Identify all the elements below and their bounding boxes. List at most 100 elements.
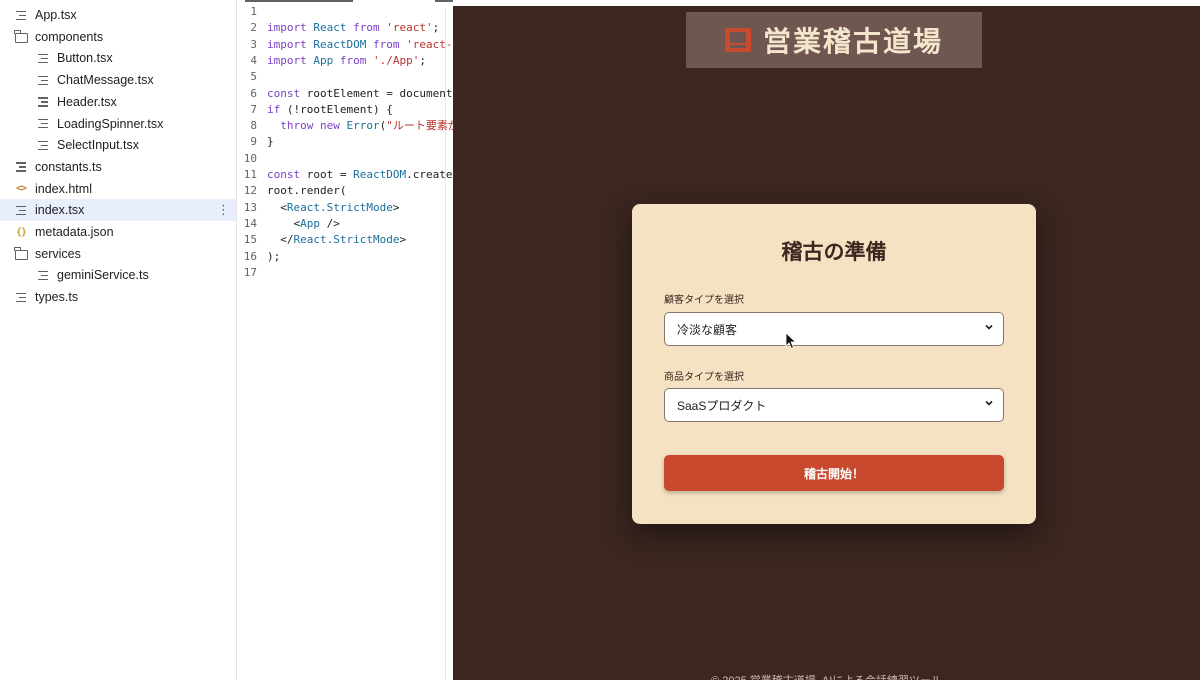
code-line: 1: [237, 4, 267, 20]
file-tree-item-label: services: [35, 246, 81, 261]
line-number: 2: [250, 21, 257, 35]
line-number: 8: [250, 119, 257, 133]
file-tree-item[interactable]: components: [0, 26, 236, 48]
file-tree-item[interactable]: types.ts: [0, 286, 236, 308]
file-tree-item[interactable]: App.tsx: [0, 4, 236, 26]
code-text: root.render(: [267, 184, 347, 198]
line-number: 16: [243, 249, 257, 263]
line-number: 4: [250, 53, 257, 67]
code-text: const rootElement = document.: [267, 86, 453, 100]
folder-icon: [14, 247, 28, 261]
code-text: }: [267, 135, 274, 149]
file-tree-item-label: geminiService.ts: [57, 268, 149, 283]
chevron-down-icon: [985, 324, 993, 330]
line-number: 6: [250, 86, 257, 100]
code-line: 17: [237, 265, 267, 281]
file-tree-item-label: types.ts: [35, 290, 79, 305]
product-type-select[interactable]: SaaSプロダクト: [664, 388, 1004, 422]
file-tree-item[interactable]: Header.tsx: [0, 91, 236, 113]
practice-setup-card: 稽古の準備 顧客タイプを選択 冷淡な顧客 商品タイプを選択 SaaSプロダクト …: [632, 204, 1036, 524]
file-tree-item[interactable]: LoadingSpinner.tsx: [0, 113, 236, 135]
more-options-icon[interactable]: ⋮: [217, 202, 230, 218]
app-header: 営業稽古道場: [686, 12, 982, 68]
file-lines-icon: [36, 268, 50, 282]
file-tree-item-label: constants.ts: [35, 159, 102, 174]
code-text: </React.StrictMode>: [267, 233, 407, 247]
line-number: 12: [243, 184, 257, 198]
customer-type-value: 冷淡な顧客: [677, 322, 738, 337]
code-line: 8 throw new Error("ルート要素が: [237, 118, 453, 134]
line-number: 15: [243, 233, 257, 247]
tab-indicator: [435, 0, 453, 2]
line-number: 5: [250, 70, 257, 84]
code-text: <React.StrictMode>: [267, 200, 400, 214]
file-tree-item[interactable]: <> index.html: [0, 178, 236, 200]
product-type-label: 商品タイプを選択: [664, 372, 744, 383]
product-type-value: SaaSプロダクト: [677, 398, 767, 413]
customer-type-label: 顧客タイプを選択: [664, 295, 744, 306]
file-tree-item-label: App.tsx: [35, 8, 77, 22]
code-line: 9}: [237, 134, 274, 150]
code-line: 11 const root = ReactDOM.createR: [237, 167, 453, 183]
line-number: 9: [250, 135, 257, 149]
file-tree-item-label: LoadingSpinner.tsx: [57, 116, 164, 131]
file-lines-icon: [14, 203, 28, 217]
folder-icon: [14, 30, 28, 44]
mouse-cursor-icon: [785, 332, 797, 350]
file-tree-item[interactable]: services: [0, 243, 236, 265]
code-line: 7 if (!rootElement) {: [237, 102, 393, 118]
file-lines-icon: [14, 8, 28, 22]
code-line: 14 <App />: [237, 216, 340, 232]
json-icon: {}: [15, 226, 27, 238]
editor-divider: [445, 8, 446, 680]
code-line: 6 const rootElement = document.: [237, 86, 453, 102]
start-practice-button[interactable]: 稽古開始！: [664, 455, 1004, 491]
file-tree-item-label: Button.tsx: [57, 51, 113, 66]
code-text: throw new Error("ルート要素が: [280, 119, 453, 133]
app-preview: 営業稽古道場 稽古の準備 顧客タイプを選択 冷淡な顧客 商品タイプを選択 Saa…: [453, 6, 1200, 680]
footer-copyright: © 2025 営業稽古道場. AIによる会話練習ツール: [453, 672, 1200, 680]
file-explorer: App.tsx components Button.tsx ChatMessage.t…: [0, 0, 237, 680]
file-tree-item[interactable]: index.tsx ⋮: [0, 199, 236, 222]
file-tree-item-label: Header.tsx: [57, 94, 117, 109]
code-line: 13 <React.StrictMode>: [237, 200, 400, 216]
line-number: 11: [243, 168, 257, 181]
customer-type-select[interactable]: 冷淡な顧客: [664, 312, 1004, 346]
file-tree-item[interactable]: ChatMessage.tsx: [0, 69, 236, 91]
code-text: import React from 'react';: [267, 21, 440, 35]
active-tab-indicator: [245, 0, 353, 2]
file-tree-item-label: index.tsx: [35, 203, 85, 218]
code-line: 12 root.render(: [237, 183, 347, 199]
file-lines-icon: [36, 95, 50, 109]
line-number: 13: [243, 200, 257, 214]
code-line: 10: [237, 151, 267, 167]
file-tree-item[interactable]: {} metadata.json: [0, 221, 236, 243]
file-tree-item[interactable]: Button.tsx: [0, 47, 236, 69]
file-tree-item[interactable]: geminiService.ts: [0, 264, 236, 286]
file-tree-item-label: metadata.json: [35, 225, 114, 239]
file-lines-icon: [14, 160, 28, 174]
code-line: 16);: [237, 249, 281, 265]
code-editor[interactable]: 1 2 import React from 'react'; 3 import Reac…: [237, 0, 453, 680]
code-text: );: [267, 249, 281, 263]
code-line: 4 import App from './App';: [237, 53, 426, 69]
line-number: 1: [250, 5, 257, 18]
card-title: 稽古の準備: [781, 239, 887, 264]
file-lines-icon: [36, 51, 50, 65]
dojo-logo-icon: [724, 28, 751, 52]
line-number: 7: [250, 102, 257, 116]
file-lines-icon: [36, 117, 50, 131]
chevron-down-icon: [985, 400, 993, 406]
code-line: 15 </React.StrictMode>: [237, 232, 406, 248]
code-text: const root = ReactDOM.createR: [267, 168, 453, 181]
file-lines-icon: [36, 138, 50, 152]
file-tree-item[interactable]: SelectInput.tsx: [0, 134, 236, 156]
code-text: import App from './App';: [267, 53, 426, 67]
line-number: 14: [243, 216, 257, 230]
file-tree-item-label: components: [35, 29, 104, 44]
code-text: if (!rootElement) {: [267, 102, 393, 116]
line-number: 3: [250, 37, 257, 51]
code-line: 5: [237, 69, 267, 85]
file-tree-item[interactable]: constants.ts: [0, 156, 236, 178]
file-tree-item-label: SelectInput.tsx: [57, 138, 139, 153]
